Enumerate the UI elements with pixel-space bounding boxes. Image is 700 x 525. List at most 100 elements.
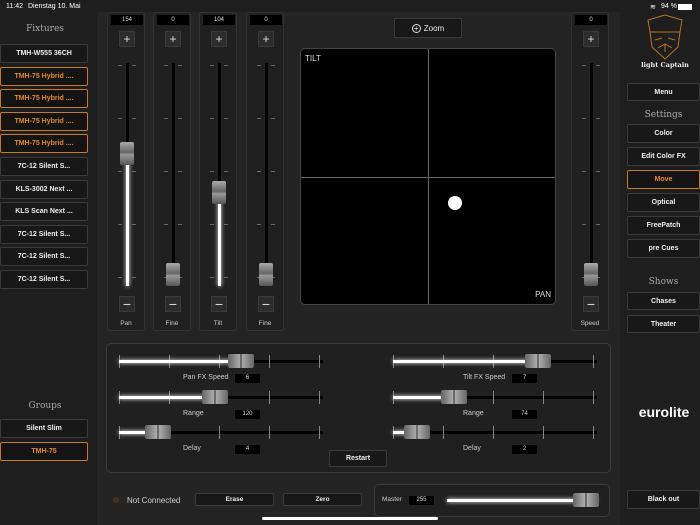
master-slider[interactable]: [447, 493, 599, 507]
fader-tick: [224, 277, 228, 278]
fader-tick: [164, 118, 168, 119]
fader-handle[interactable]: [259, 263, 273, 286]
zoom-button[interactable]: + Zoom: [394, 18, 462, 38]
settings-title: Settings: [644, 110, 683, 120]
fixture-button[interactable]: 7C-12 Silent S...: [0, 224, 88, 244]
fx-slider-value: 2: [512, 445, 537, 454]
fixture-button[interactable]: KLS Scan Next ...: [0, 202, 88, 222]
master-slider-thumb[interactable]: [573, 493, 599, 507]
fixtures-title: Fixtures: [26, 24, 64, 34]
group-button[interactable]: TMH-75: [0, 442, 88, 461]
fx-slider-thumb[interactable]: [201, 389, 228, 404]
fader-tick: [210, 118, 214, 119]
fx-slider-value: 6: [235, 374, 260, 383]
fader-handle[interactable]: [120, 142, 134, 166]
shows-button[interactable]: Theater: [627, 315, 700, 333]
fx-slider-thumb[interactable]: [441, 389, 468, 404]
fixture-button[interactable]: TMH-75 Hybrid ....: [0, 111, 88, 131]
minus-button[interactable]: −: [583, 296, 599, 312]
slider-tick: [319, 355, 320, 368]
fader-fine: 0 + − Fine: [246, 12, 284, 331]
settings-button[interactable]: Edit Color FX: [627, 147, 700, 166]
fx-slider-thumb[interactable]: [524, 354, 551, 368]
position-point[interactable]: [447, 196, 462, 211]
fader-tick: [596, 118, 600, 119]
minus-button[interactable]: −: [119, 296, 135, 312]
fader-value: 154: [111, 15, 143, 25]
battery-icon: [678, 4, 692, 10]
group-button[interactable]: Silent Slim: [0, 419, 88, 438]
fx-slider[interactable]: [393, 425, 597, 439]
tilt-label: TILT: [305, 54, 321, 63]
fader-tick: [164, 171, 168, 172]
plus-button[interactable]: +: [583, 31, 599, 47]
fx-slider-thumb[interactable]: [144, 425, 171, 439]
fixture-button[interactable]: 7C-12 Silent S...: [0, 247, 88, 267]
plus-button[interactable]: +: [119, 31, 135, 47]
minus-button[interactable]: −: [211, 296, 227, 312]
fx-slider[interactable]: [393, 354, 597, 368]
slider-tick: [319, 426, 320, 439]
fx-slider-value: 4: [235, 445, 260, 454]
fx-slider-thumb[interactable]: [228, 354, 255, 368]
settings-button[interactable]: Color: [627, 124, 700, 143]
fx-slider-fill: [393, 360, 538, 363]
fx-slider-thumb[interactable]: [404, 425, 431, 439]
fixture-button[interactable]: TMH-W555 36CH: [0, 44, 88, 63]
settings-button[interactable]: pre Cues: [627, 239, 700, 258]
settings-button[interactable]: Move: [627, 170, 700, 189]
fx-slider[interactable]: [119, 354, 323, 368]
fixture-button[interactable]: 7C-12 Silent S...: [0, 270, 88, 289]
fader-tick: [596, 224, 600, 225]
fx-slider[interactable]: [393, 389, 597, 404]
status-battery: 94 %: [661, 3, 677, 10]
fixture-button[interactable]: TMH-75 Hybrid ....: [0, 89, 88, 109]
fader-handle[interactable]: [166, 263, 180, 286]
fader-tick: [582, 224, 586, 225]
minus-button[interactable]: −: [258, 296, 274, 312]
fader-handle[interactable]: [584, 263, 598, 286]
fader-tick: [271, 224, 275, 225]
fader-value: 0: [575, 15, 607, 25]
fx-slider[interactable]: [119, 425, 323, 439]
slider-tick: [493, 426, 494, 439]
slider-tick: [219, 426, 220, 439]
fader-tick: [596, 171, 600, 172]
plus-button[interactable]: +: [258, 31, 274, 47]
plus-button[interactable]: +: [165, 31, 181, 47]
fader-track[interactable]: [172, 63, 175, 286]
menu-button[interactable]: Menu: [627, 83, 700, 101]
erase-button[interactable]: Erase: [195, 493, 274, 506]
fx-slider-fill: [119, 360, 242, 363]
fixture-button[interactable]: TMH-75 Hybrid ....: [0, 66, 88, 86]
shows-button[interactable]: Chases: [627, 292, 700, 310]
zero-button[interactable]: Zero: [283, 493, 362, 506]
fader-tick: [118, 277, 122, 278]
fader-tick: [178, 118, 182, 119]
blackout-button[interactable]: Black out: [627, 490, 700, 509]
fader-label: Speed: [580, 320, 600, 327]
fixture-button[interactable]: KLS-3002 Next ...: [0, 179, 88, 199]
fx-slider[interactable]: [119, 389, 323, 404]
restart-button[interactable]: Restart: [329, 450, 387, 467]
pan-label: PAN: [535, 290, 551, 299]
fader-track[interactable]: [590, 63, 593, 286]
slider-tick: [593, 426, 594, 439]
slider-tick: [543, 390, 544, 404]
fader-tick: [224, 118, 228, 119]
minus-button[interactable]: −: [165, 296, 181, 312]
fader-pan: 154 + − Pan: [107, 12, 145, 331]
home-indicator[interactable]: [262, 517, 438, 520]
xy-pad[interactable]: TILT PAN: [300, 48, 556, 305]
fader-tick: [224, 171, 228, 172]
settings-button[interactable]: FreePatch: [627, 216, 700, 235]
fixture-button[interactable]: 7C-12 Silent S...: [0, 157, 88, 176]
fader-tick: [582, 65, 586, 66]
slider-tick: [543, 426, 544, 439]
fixture-button[interactable]: TMH-75 Hybrid ....: [0, 134, 88, 154]
fader-tick: [178, 224, 182, 225]
settings-button[interactable]: Optical: [627, 193, 700, 212]
plus-button[interactable]: +: [211, 31, 227, 47]
fader-handle[interactable]: [212, 181, 226, 205]
fader-track[interactable]: [265, 63, 268, 286]
